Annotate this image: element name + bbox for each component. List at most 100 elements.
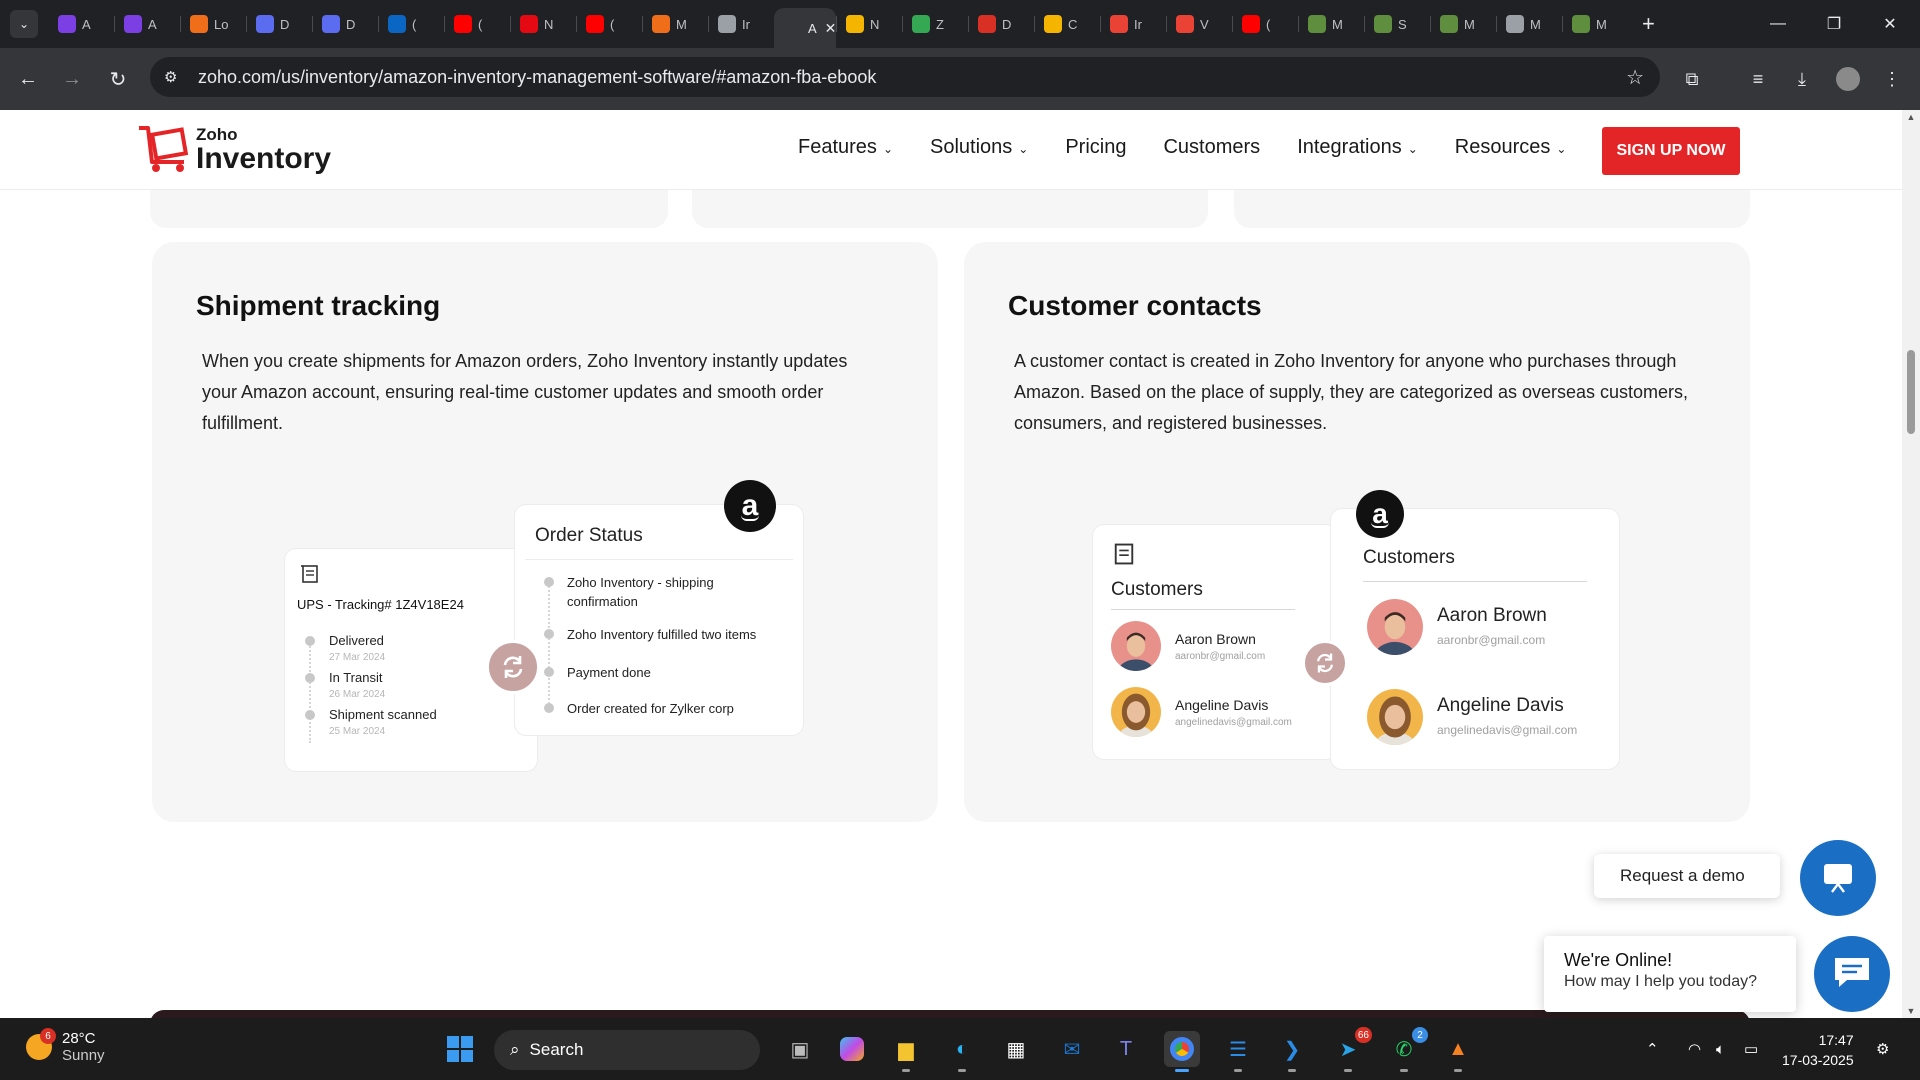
back-button[interactable]: ← — [8, 59, 48, 99]
profile-avatar[interactable] — [1828, 48, 1868, 110]
browser-tab[interactable]: Lo — [180, 6, 246, 42]
browser-tab[interactable]: ( — [378, 6, 444, 42]
battery-icon[interactable]: ▭ — [1744, 1018, 1758, 1080]
volume-icon[interactable]: 🔈︎ — [1716, 1018, 1725, 1080]
zoho-inventory-logo[interactable]: Zoho Inventory — [136, 122, 331, 174]
tab-title: A — [808, 20, 817, 36]
notepad-icon[interactable]: ☰ — [1220, 1031, 1256, 1072]
browser-tab[interactable]: M — [1496, 6, 1562, 42]
browser-tab[interactable]: N — [510, 6, 576, 42]
browser-tab[interactable]: S — [1364, 6, 1430, 42]
minimize-button[interactable]: — — [1750, 0, 1806, 48]
browser-tab[interactable]: D — [968, 6, 1034, 42]
next-section-banner — [150, 1010, 1750, 1018]
nav-item-customers[interactable]: Customers — [1163, 136, 1260, 159]
globe-icon — [1506, 15, 1524, 33]
nav-item-resources[interactable]: Resources ⌄ — [1455, 136, 1567, 159]
browser-tab[interactable]: M — [1298, 6, 1364, 42]
browser-tab[interactable]: N — [836, 6, 902, 42]
scroll-up-arrow-icon[interactable]: ▲ — [1905, 112, 1917, 122]
tab-search-button[interactable]: ⌄ — [10, 10, 38, 38]
scroll-thumb[interactable] — [1907, 350, 1915, 434]
customers-panel-small: Customers Aaron Brown aaronbr@gmail.com An… — [1092, 524, 1338, 760]
vscode-icon[interactable]: ❯ — [1274, 1031, 1310, 1072]
browser-tab[interactable]: D — [312, 6, 378, 42]
linkedin-icon — [388, 15, 406, 33]
extensions-icon[interactable]: ⧉ — [1672, 48, 1712, 110]
browser-menu-icon[interactable]: ⋮ — [1872, 48, 1912, 110]
browser-tab[interactable]: M — [1562, 6, 1628, 42]
download-icon[interactable]: ⤓ — [1782, 48, 1822, 110]
tray-overflow-icon[interactable]: ⌃ — [1646, 1018, 1659, 1080]
bookmark-star-icon[interactable]: ☆ — [1626, 65, 1644, 90]
nav-item-integrations[interactable]: Integrations ⌄ — [1297, 136, 1418, 159]
notifications-icon[interactable]: ⚙ — [1876, 1018, 1889, 1080]
close-window-button[interactable]: ✕ — [1862, 0, 1918, 48]
telegram-icon[interactable]: ➤ 66 — [1330, 1027, 1372, 1072]
site-info-icon[interactable]: ⚙ — [164, 68, 190, 86]
new-tab-button[interactable]: + — [1642, 11, 1655, 37]
browser-tab[interactable]: Ir — [708, 6, 774, 42]
browser-tab[interactable]: M — [642, 6, 708, 42]
browser-tab[interactable]: A — [48, 6, 114, 42]
browser-tab[interactable]: D — [246, 6, 312, 42]
system-clock[interactable]: 17:47 17-03-2025 — [1782, 1030, 1854, 1070]
tab-title: Ir — [1134, 16, 1142, 32]
weather-widget[interactable]: 6 28°C Sunny — [26, 1028, 105, 1064]
logo-zoho-text: Zoho — [196, 125, 238, 144]
media-control-icon[interactable]: ≡ — [1738, 48, 1778, 110]
edge-icon[interactable]: ◐ — [944, 1031, 980, 1072]
restore-button[interactable]: ❐ — [1806, 0, 1862, 48]
task-view-icon[interactable]: ▣ — [782, 1031, 818, 1067]
browser-tab[interactable]: ( — [444, 6, 510, 42]
chevron-down-icon: ⌄ — [1556, 142, 1567, 156]
nav-item-solutions[interactable]: Solutions ⌄ — [930, 136, 1028, 159]
sign-up-button[interactable]: SIGN UP NOW — [1602, 127, 1740, 175]
tab-list: A A Lo D D((N(M Ir A ✕ N Z D C Ir V(M S M M M — [48, 0, 1628, 48]
teams-icon[interactable]: T — [1108, 1031, 1144, 1067]
customer-email: angelinedavis@gmail.com — [1175, 717, 1292, 728]
vlc-icon[interactable]: ▲ — [1440, 1031, 1476, 1072]
chrome-icon — [912, 15, 930, 33]
browser-tab[interactable]: M — [1430, 6, 1496, 42]
taskbar-search[interactable]: ⌕ Search — [494, 1030, 760, 1070]
browser-tab[interactable]: ( — [576, 6, 642, 42]
browser-tab[interactable]: C — [1034, 6, 1100, 42]
browser-tab[interactable]: Ir — [1100, 6, 1166, 42]
tab-title: D — [280, 16, 290, 32]
copilot-icon[interactable] — [834, 1031, 870, 1067]
chat-button[interactable] — [1814, 936, 1890, 1012]
avatar — [1111, 621, 1161, 671]
address-bar[interactable]: ⚙ zoho.com/us/inventory/amazon-inventory… — [150, 57, 1660, 97]
divider — [1111, 609, 1295, 610]
page-scrollbar[interactable]: ▲ ▼ — [1902, 110, 1920, 1018]
browser-tab[interactable]: ( — [1232, 6, 1298, 42]
close-tab-icon[interactable]: ✕ — [825, 20, 837, 37]
sync-icon — [486, 640, 540, 694]
reload-button[interactable]: ↻ — [98, 59, 138, 99]
timeline-dot — [544, 667, 554, 677]
whatsapp-icon[interactable]: ✆ 2 — [1386, 1027, 1428, 1072]
chat-greeting[interactable]: We're Online! How may I help you today? — [1544, 936, 1796, 1012]
windows-start-icon[interactable] — [442, 1031, 478, 1067]
chrome-icon[interactable] — [1164, 1031, 1200, 1072]
browser-tab[interactable]: V — [1166, 6, 1232, 42]
youtube-icon — [1242, 15, 1260, 33]
browser-tab[interactable]: A — [114, 6, 180, 42]
forward-button[interactable]: → — [52, 59, 92, 99]
nav-item-features[interactable]: Features ⌄ — [798, 136, 893, 159]
browser-tab[interactable]: A ✕ — [774, 8, 836, 48]
scroll-down-arrow-icon[interactable]: ▼ — [1905, 1006, 1917, 1016]
shipment-tracking-card: Shipment tracking When you create shipme… — [152, 242, 938, 822]
request-demo-label[interactable]: Request a demo — [1594, 854, 1780, 898]
outlook-icon[interactable]: ✉ — [1054, 1031, 1090, 1067]
nav-item-pricing[interactable]: Pricing — [1065, 136, 1126, 159]
browser-tab[interactable]: Z — [902, 6, 968, 42]
file-explorer-icon[interactable]: ▆ — [888, 1031, 924, 1072]
wifi-icon[interactable]: ◠ — [1688, 1018, 1701, 1080]
tab-title: N — [870, 16, 880, 32]
request-demo-button[interactable] — [1800, 840, 1876, 916]
tracking-event-date: 27 Mar 2024 — [329, 652, 386, 663]
tab-title: D — [346, 16, 356, 32]
microsoft-store-icon[interactable]: ▦ — [998, 1031, 1034, 1067]
